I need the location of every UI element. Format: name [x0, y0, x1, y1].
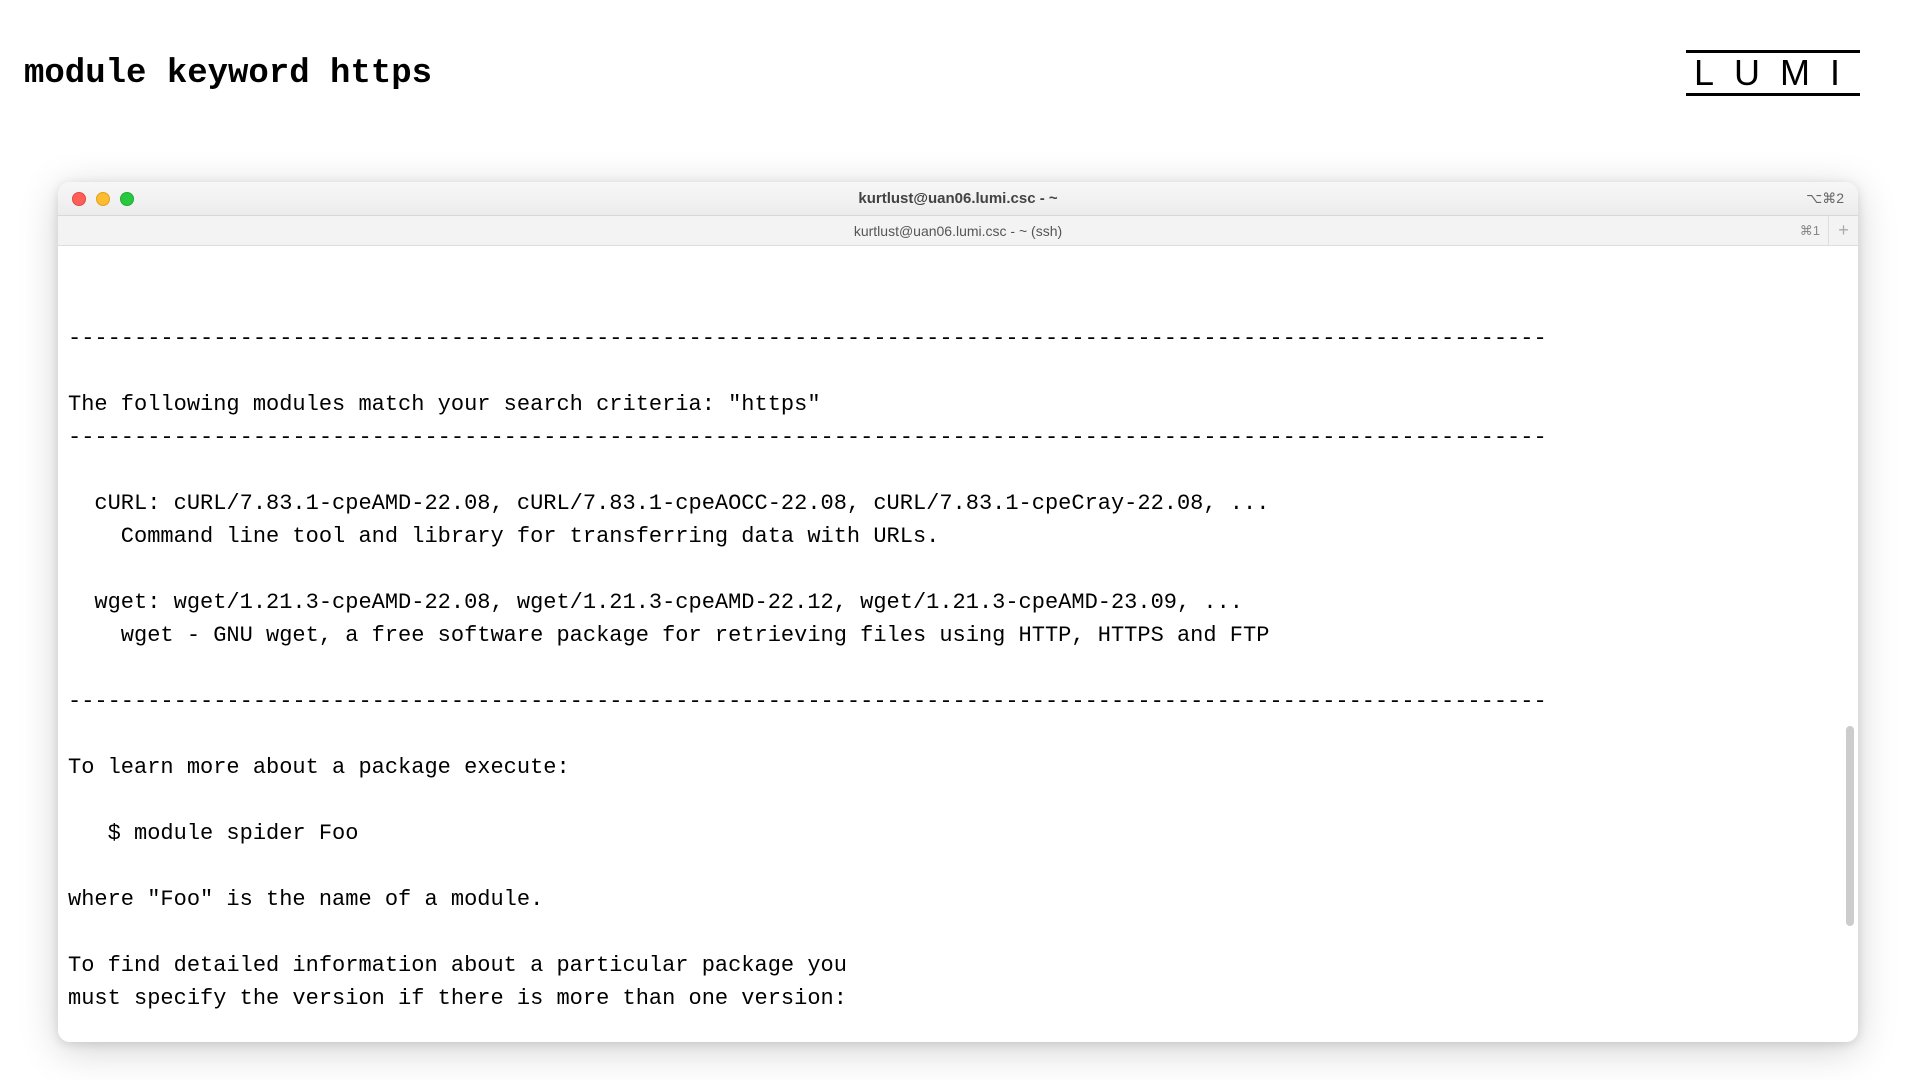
terminal-line: The following modules match your search …	[68, 388, 1858, 421]
tab-index-label: ⌘1	[1792, 223, 1828, 239]
terminal-line: where "Foo" is the name of a module.	[68, 883, 1858, 916]
titlebar: kurtlust@uan06.lumi.csc - ~ ⌥⌘2	[58, 182, 1858, 216]
terminal-line	[68, 916, 1858, 949]
lumi-logo: LUMI	[1686, 50, 1860, 96]
close-button[interactable]	[72, 192, 86, 206]
terminal-line: cURL: cURL/7.83.1-cpeAMD-22.08, cURL/7.8…	[68, 487, 1858, 520]
scrollbar-thumb[interactable]	[1846, 726, 1854, 926]
terminal-line	[68, 355, 1858, 388]
terminal-line	[68, 850, 1858, 883]
tabbar: kurtlust@uan06.lumi.csc - ~ (ssh) ⌘1 +	[58, 216, 1858, 246]
tabbar-right: ⌘1 +	[1792, 216, 1858, 246]
terminal-output: ----------------------------------------…	[68, 322, 1858, 1042]
terminal-line	[68, 1015, 1858, 1042]
tab-title[interactable]: kurtlust@uan06.lumi.csc - ~ (ssh)	[58, 223, 1858, 239]
terminal-line: Command line tool and library for transf…	[68, 520, 1858, 553]
terminal-line	[68, 454, 1858, 487]
window-shortcut-label: ⌥⌘2	[1806, 190, 1844, 207]
terminal-line: To learn more about a package execute:	[68, 751, 1858, 784]
terminal-line: ----------------------------------------…	[68, 322, 1858, 355]
terminal-line: must specify the version if there is mor…	[68, 982, 1858, 1015]
traffic-lights	[72, 192, 134, 206]
terminal-line: ----------------------------------------…	[68, 421, 1858, 454]
terminal-line: To find detailed information about a par…	[68, 949, 1858, 982]
maximize-button[interactable]	[120, 192, 134, 206]
window-title: kurtlust@uan06.lumi.csc - ~	[58, 190, 1858, 207]
terminal-line: $ module spider Foo	[68, 817, 1858, 850]
new-tab-button[interactable]: +	[1828, 216, 1858, 246]
page-title: module keyword https	[24, 55, 432, 93]
terminal-line	[68, 553, 1858, 586]
terminal-line	[68, 784, 1858, 817]
terminal-line: wget - GNU wget, a free software package…	[68, 619, 1858, 652]
terminal-line	[68, 718, 1858, 751]
terminal-window: kurtlust@uan06.lumi.csc - ~ ⌥⌘2 kurtlust…	[58, 182, 1858, 1042]
terminal-body[interactable]: ----------------------------------------…	[58, 246, 1858, 1042]
terminal-line: wget: wget/1.21.3-cpeAMD-22.08, wget/1.2…	[68, 586, 1858, 619]
logo-text: LUMI	[1694, 55, 1860, 91]
terminal-line	[68, 652, 1858, 685]
terminal-line: ----------------------------------------…	[68, 685, 1858, 718]
minimize-button[interactable]	[96, 192, 110, 206]
